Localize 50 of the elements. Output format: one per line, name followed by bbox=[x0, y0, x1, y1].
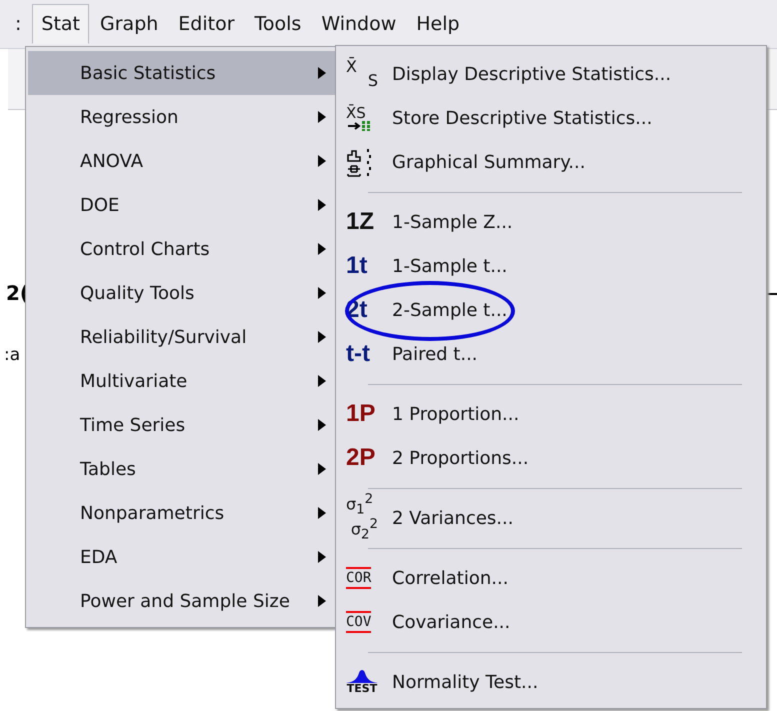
submenu-arrow-icon bbox=[318, 419, 326, 431]
menu-bar-item[interactable]: Window bbox=[312, 4, 406, 44]
menu-icon: 2P bbox=[346, 444, 376, 472]
menu-item[interactable]: Graphical Summary... bbox=[338, 140, 764, 184]
submenu-arrow-icon bbox=[318, 67, 326, 79]
menu-item[interactable]: 1Z 1-Sample Z... bbox=[338, 200, 764, 244]
submenu-arrow-icon bbox=[318, 287, 326, 299]
menu-item[interactable]: Control Charts bbox=[28, 227, 336, 271]
menu-item[interactable]: X̄ S Display Descriptive Statistics... bbox=[338, 52, 764, 96]
menu-item[interactable]: Regression bbox=[28, 95, 336, 139]
menu-bar-item[interactable]: Graph bbox=[91, 4, 168, 44]
menu-item[interactable]: Quality Tools bbox=[28, 271, 336, 315]
submenu-arrow-icon bbox=[318, 155, 326, 167]
submenu-arrow-icon bbox=[318, 331, 326, 343]
menu-bar-item[interactable]: Tools bbox=[246, 4, 310, 44]
menu-item[interactable]: Time Series bbox=[28, 403, 336, 447]
menu-item[interactable]: ANOVA bbox=[28, 139, 336, 183]
submenu-arrow-icon bbox=[318, 111, 326, 123]
menu-item[interactable]: COV Covariance... bbox=[338, 600, 764, 644]
menu-item[interactable]: Multivariate bbox=[28, 359, 336, 403]
menu-item[interactable]: 1P 1 Proportion... bbox=[338, 392, 764, 436]
menu-bar-item[interactable]: Editor bbox=[169, 4, 244, 44]
submenu-arrow-icon bbox=[318, 507, 326, 519]
submenu-arrow-icon bbox=[318, 375, 326, 387]
menu-item[interactable]: COR Correlation... bbox=[338, 556, 764, 600]
menu-item[interactable]: 2P 2 Proportions... bbox=[338, 436, 764, 480]
menu-bar-item[interactable]: Help bbox=[407, 4, 469, 44]
menu-bar-item[interactable]: : bbox=[6, 4, 30, 44]
submenu-arrow-icon bbox=[318, 463, 326, 475]
menu-icon: t-t bbox=[346, 340, 370, 368]
menu-item[interactable]: Nonparametrics bbox=[28, 491, 336, 535]
menu-icon: 1P bbox=[346, 400, 376, 428]
menu-item[interactable]: 1t 1-Sample t... bbox=[338, 244, 764, 288]
document-text: :a bbox=[4, 345, 20, 365]
menu-item[interactable]: Tables bbox=[28, 447, 336, 491]
submenu-arrow-icon bbox=[318, 551, 326, 563]
menu-icon: 1Z bbox=[346, 208, 374, 236]
menu-item[interactable]: EDA bbox=[28, 535, 336, 579]
menu-item[interactable]: Basic Statistics bbox=[28, 51, 336, 95]
submenu-arrow-icon bbox=[318, 595, 326, 607]
submenu-arrow-icon bbox=[318, 199, 326, 211]
menu-item[interactable]: TEST Normality Test... bbox=[338, 660, 764, 704]
menu-bar-item[interactable]: Stat bbox=[32, 4, 90, 44]
menu-item[interactable]: t-t Paired t... bbox=[338, 332, 764, 376]
menu-icon: 1t bbox=[346, 252, 368, 280]
menu-item[interactable]: Reliability/Survival bbox=[28, 315, 336, 359]
menu-item[interactable]: Power and Sample Size bbox=[28, 579, 336, 623]
menu-item[interactable]: DOE bbox=[28, 183, 336, 227]
menu-item[interactable]: X̄S Store Descriptive Statistics... bbox=[338, 96, 764, 140]
submenu-arrow-icon bbox=[318, 243, 326, 255]
